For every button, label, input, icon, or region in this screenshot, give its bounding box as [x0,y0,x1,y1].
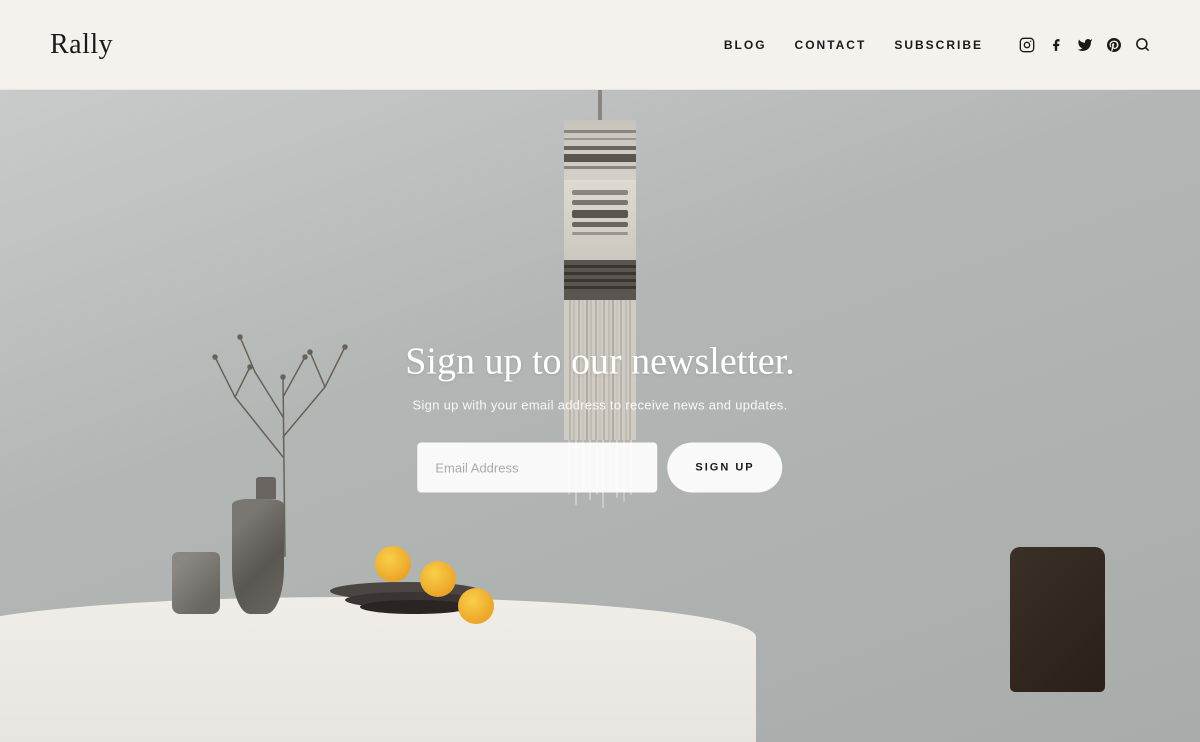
nav-subscribe[interactable]: SUBSCRIBE [894,38,983,52]
table-surface [0,597,756,742]
hero-section: Sign up to our newsletter. Sign up with … [0,90,1200,742]
newsletter-headline: Sign up to our newsletter. [405,340,794,384]
facebook-icon[interactable] [1049,37,1063,53]
orange-3 [458,588,494,624]
orange-2 [420,561,456,597]
newsletter-section: Sign up to our newsletter. Sign up with … [405,340,794,493]
search-icon[interactable] [1135,37,1150,52]
signup-button[interactable]: SIGN UP [667,443,782,493]
site-logo[interactable]: Rally [50,29,113,61]
email-input[interactable] [417,443,657,493]
newsletter-form: SIGN UP [405,443,794,493]
site-header: Rally BLOG CONTACT SUBSCRIBE [0,0,1200,90]
chair-decoration [1010,547,1105,692]
orange-1 [375,546,411,582]
social-icons [1019,37,1150,53]
instagram-icon[interactable] [1019,37,1035,53]
vase-decoration [248,477,284,614]
branch-decoration [195,297,375,557]
pinterest-icon[interactable] [1107,37,1121,53]
newsletter-subtext: Sign up with your email address to recei… [405,398,794,413]
cup-decoration [172,552,220,614]
twitter-icon[interactable] [1077,38,1093,52]
nav-contact[interactable]: CONTACT [795,38,867,52]
main-nav: BLOG CONTACT SUBSCRIBE [724,37,1150,53]
nav-blog[interactable]: BLOG [724,38,767,52]
